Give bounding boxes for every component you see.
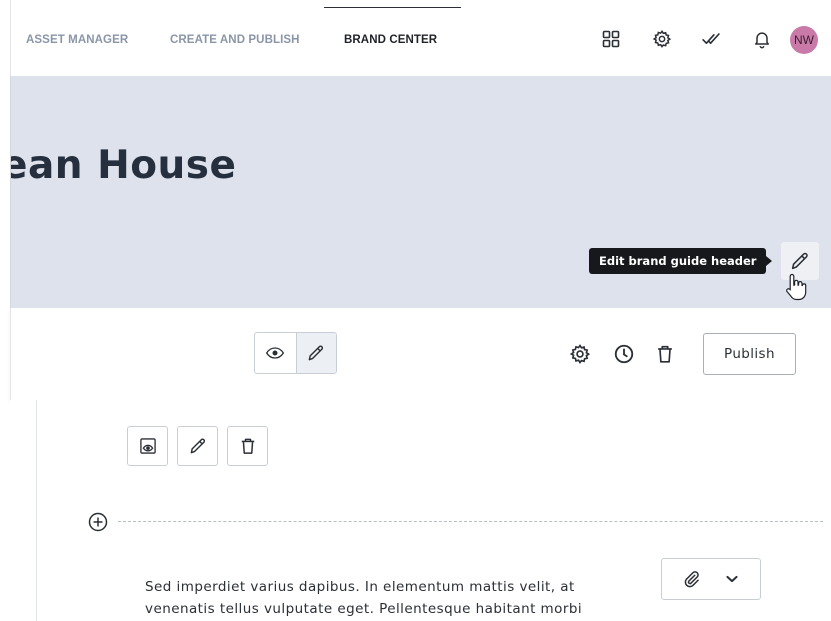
edit-header-tooltip: Edit brand guide header: [589, 248, 773, 274]
attachment-dropdown-button[interactable]: [718, 565, 746, 593]
paperclip-icon: [684, 571, 699, 588]
hand-cursor-icon: [786, 273, 807, 301]
user-avatar[interactable]: NW: [790, 26, 818, 54]
pencil-icon: [190, 438, 205, 454]
edit-mode-button[interactable]: [295, 333, 336, 373]
tab-create-and-publish[interactable]: CREATE AND PUBLISH: [170, 0, 300, 76]
preview-mode-button[interactable]: [255, 333, 296, 373]
preview-icon: [139, 438, 156, 454]
chevron-down-icon: [725, 575, 738, 583]
trash-icon: [241, 438, 254, 454]
text-block[interactable]: Sed imperdiet varius dapibus. In element…: [145, 576, 635, 620]
tab-asset-manager[interactable]: ASSET MANAGER: [26, 0, 128, 76]
add-block-plus-circle-icon[interactable]: [88, 512, 108, 532]
guide-toolbar: Publish: [10, 308, 831, 400]
bell-icon[interactable]: [750, 27, 774, 51]
brand-guide-title: ean House: [10, 143, 237, 188]
block-delete-button[interactable]: [227, 426, 268, 466]
eye-icon: [266, 347, 285, 359]
settings-gear-icon: [569, 344, 591, 364]
double-check-icon[interactable]: [699, 27, 723, 51]
add-block-divider: [118, 521, 823, 522]
trash-icon: [658, 345, 672, 363]
tab-brand-center[interactable]: BRAND CENTER: [323, 0, 462, 76]
pencil-icon: [791, 252, 808, 270]
attachment-toolbar: [661, 558, 761, 600]
clock-history-icon: [614, 344, 634, 364]
pencil-icon: [308, 345, 324, 361]
block-preview-button[interactable]: [127, 426, 168, 466]
delete-guide-button[interactable]: [653, 342, 677, 366]
settings-gear-icon[interactable]: [650, 27, 674, 51]
block-edit-button[interactable]: [177, 426, 218, 466]
content-left-rail: [36, 400, 37, 621]
brand-guide-header: ean House Edit brand guide header: [10, 76, 831, 308]
top-navigation: ASSET MANAGER CREATE AND PUBLISH BRAND C…: [10, 0, 831, 76]
view-edit-toggle: [254, 332, 337, 374]
apps-grid-icon[interactable]: [599, 27, 623, 51]
guide-content: Sed imperdiet varius dapibus. In element…: [10, 400, 831, 621]
publish-button[interactable]: Publish: [703, 333, 796, 375]
attach-file-button[interactable]: [677, 565, 705, 593]
guide-settings-button[interactable]: [568, 342, 592, 366]
block-toolbar: [127, 426, 268, 466]
version-history-button[interactable]: [612, 342, 636, 366]
